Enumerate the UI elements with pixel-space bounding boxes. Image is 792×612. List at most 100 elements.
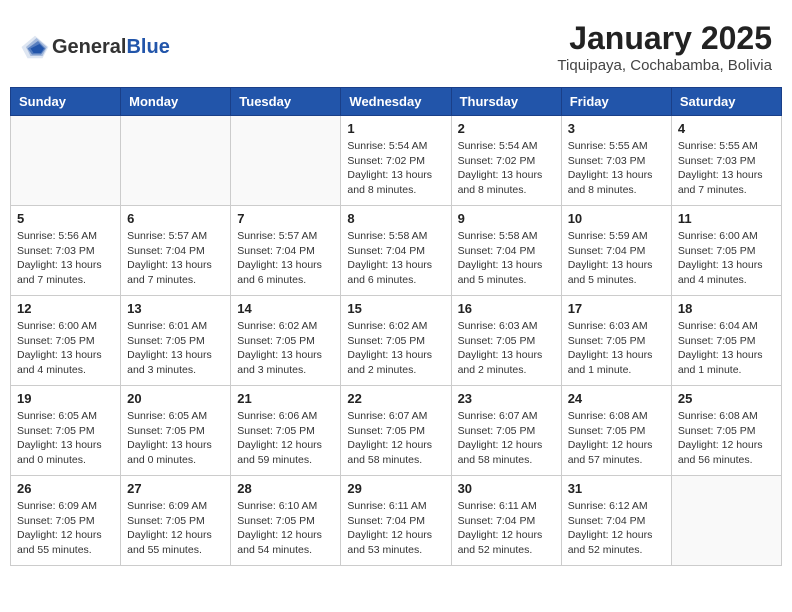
day-number: 18: [678, 301, 775, 316]
day-info: Sunrise: 6:02 AM Sunset: 7:05 PM Dayligh…: [237, 319, 334, 378]
calendar-cell: 18 Sunrise: 6:04 AM Sunset: 7:05 PM Dayli…: [671, 296, 781, 386]
title-area: January 2025 Tiquipaya, Cochabamba, Boli…: [557, 20, 772, 74]
day-info: Sunrise: 5:54 AM Sunset: 7:02 PM Dayligh…: [458, 139, 555, 198]
day-number: 1: [347, 121, 444, 136]
day-number: 29: [347, 481, 444, 496]
day-number: 12: [17, 301, 114, 316]
day-number: 11: [678, 211, 775, 226]
day-number: 14: [237, 301, 334, 316]
calendar-cell: 20Sunrise: 6:05 AM Sunset: 7:05 PM Dayli…: [121, 386, 231, 476]
day-info: Sunrise: 6:01 AM Sunset: 7:05 PM Dayligh…: [127, 319, 224, 378]
day-info: Sunrise: 5:55 AM Sunset: 7:03 PM Dayligh…: [568, 139, 665, 198]
calendar-cell: 15 Sunrise: 6:02 AM Sunset: 7:05 PM Dayli…: [341, 296, 451, 386]
day-number: 15: [347, 301, 444, 316]
day-info: Sunrise: 5:56 AM Sunset: 7:03 PM Dayligh…: [17, 229, 114, 288]
calendar-cell: 16Sunrise: 6:03 AM Sunset: 7:05 PM Dayli…: [451, 296, 561, 386]
day-info: Sunrise: 6:06 AM Sunset: 7:05 PM Dayligh…: [237, 409, 334, 468]
day-number: 22: [347, 391, 444, 406]
day-number: 5: [17, 211, 114, 226]
calendar-cell: 17 Sunrise: 6:03 AM Sunset: 7:05 PM Dayli…: [561, 296, 671, 386]
header: General Blue January 2025 Tiquipaya, Coc…: [10, 10, 782, 79]
day-number: 13: [127, 301, 224, 316]
day-number: 17: [568, 301, 665, 316]
calendar-cell: 2Sunrise: 5:54 AM Sunset: 7:02 PM Daylig…: [451, 116, 561, 206]
calendar-cell: 5 Sunrise: 5:56 AM Sunset: 7:03 PM Daylig…: [11, 206, 121, 296]
weekday-header-saturday: Saturday: [671, 88, 781, 116]
weekday-header-sunday: Sunday: [11, 88, 121, 116]
day-info: Sunrise: 5:57 AM Sunset: 7:04 PM Dayligh…: [127, 229, 224, 288]
calendar-cell: [671, 476, 781, 566]
calendar-cell: [11, 116, 121, 206]
day-info: Sunrise: 6:11 AM Sunset: 7:04 PM Dayligh…: [458, 499, 555, 558]
day-number: 7: [237, 211, 334, 226]
day-info: Sunrise: 6:03 AM Sunset: 7:05 PM Dayligh…: [568, 319, 665, 378]
calendar-cell: 25 Sunrise: 6:08 AM Sunset: 7:05 PM Dayli…: [671, 386, 781, 476]
week-row-5: 26Sunrise: 6:09 AM Sunset: 7:05 PM Dayli…: [11, 476, 782, 566]
day-info: Sunrise: 6:12 AM Sunset: 7:04 PM Dayligh…: [568, 499, 665, 558]
logo-general-text: General: [52, 36, 126, 59]
day-info: Sunrise: 6:08 AM Sunset: 7:05 PM Dayligh…: [678, 409, 775, 468]
day-number: 20: [127, 391, 224, 406]
day-info: Sunrise: 5:57 AM Sunset: 7:04 PM Dayligh…: [237, 229, 334, 288]
day-number: 10: [568, 211, 665, 226]
day-info: Sunrise: 6:00 AM Sunset: 7:05 PM Dayligh…: [17, 319, 114, 378]
day-number: 24: [568, 391, 665, 406]
day-info: Sunrise: 6:02 AM Sunset: 7:05 PM Dayligh…: [347, 319, 444, 378]
calendar-cell: 13 Sunrise: 6:01 AM Sunset: 7:05 PM Dayli…: [121, 296, 231, 386]
calendar-cell: 8Sunrise: 5:58 AM Sunset: 7:04 PM Daylig…: [341, 206, 451, 296]
logo: General Blue: [20, 32, 170, 62]
weekday-header-wednesday: Wednesday: [341, 88, 451, 116]
calendar-table: SundayMondayTuesdayWednesdayThursdayFrid…: [10, 87, 782, 566]
calendar-cell: 7 Sunrise: 5:57 AM Sunset: 7:04 PM Daylig…: [231, 206, 341, 296]
day-number: 3: [568, 121, 665, 136]
weekday-header-thursday: Thursday: [451, 88, 561, 116]
day-info: Sunrise: 6:08 AM Sunset: 7:05 PM Dayligh…: [568, 409, 665, 468]
calendar-cell: 9 Sunrise: 5:58 AM Sunset: 7:04 PM Daylig…: [451, 206, 561, 296]
day-info: Sunrise: 6:04 AM Sunset: 7:05 PM Dayligh…: [678, 319, 775, 378]
logo-blue-text: Blue: [126, 36, 169, 59]
day-number: 8: [347, 211, 444, 226]
day-number: 6: [127, 211, 224, 226]
day-info: Sunrise: 6:07 AM Sunset: 7:05 PM Dayligh…: [347, 409, 444, 468]
location-subtitle: Tiquipaya, Cochabamba, Bolivia: [557, 57, 772, 74]
day-number: 25: [678, 391, 775, 406]
calendar-cell: 22 Sunrise: 6:07 AM Sunset: 7:05 PM Dayli…: [341, 386, 451, 476]
day-info: Sunrise: 5:55 AM Sunset: 7:03 PM Dayligh…: [678, 139, 775, 198]
day-info: Sunrise: 6:00 AM Sunset: 7:05 PM Dayligh…: [678, 229, 775, 288]
day-number: 27: [127, 481, 224, 496]
calendar-cell: 23Sunrise: 6:07 AM Sunset: 7:05 PM Dayli…: [451, 386, 561, 476]
day-info: Sunrise: 5:59 AM Sunset: 7:04 PM Dayligh…: [568, 229, 665, 288]
calendar-cell: 26Sunrise: 6:09 AM Sunset: 7:05 PM Dayli…: [11, 476, 121, 566]
calendar-cell: 6 Sunrise: 5:57 AM Sunset: 7:04 PM Daylig…: [121, 206, 231, 296]
day-number: 9: [458, 211, 555, 226]
weekday-header-friday: Friday: [561, 88, 671, 116]
calendar-cell: 21 Sunrise: 6:06 AM Sunset: 7:05 PM Dayli…: [231, 386, 341, 476]
day-info: Sunrise: 5:54 AM Sunset: 7:02 PM Dayligh…: [347, 139, 444, 198]
day-number: 4: [678, 121, 775, 136]
day-info: Sunrise: 6:05 AM Sunset: 7:05 PM Dayligh…: [17, 409, 114, 468]
calendar-cell: 30Sunrise: 6:11 AM Sunset: 7:04 PM Dayli…: [451, 476, 561, 566]
calendar-cell: 14 Sunrise: 6:02 AM Sunset: 7:05 PM Dayli…: [231, 296, 341, 386]
calendar-cell: 11 Sunrise: 6:00 AM Sunset: 7:05 PM Dayli…: [671, 206, 781, 296]
day-info: Sunrise: 6:11 AM Sunset: 7:04 PM Dayligh…: [347, 499, 444, 558]
week-row-3: 12 Sunrise: 6:00 AM Sunset: 7:05 PM Dayli…: [11, 296, 782, 386]
calendar-cell: 1 Sunrise: 5:54 AM Sunset: 7:02 PM Daylig…: [341, 116, 451, 206]
day-info: Sunrise: 6:09 AM Sunset: 7:05 PM Dayligh…: [17, 499, 114, 558]
day-info: Sunrise: 5:58 AM Sunset: 7:04 PM Dayligh…: [458, 229, 555, 288]
calendar-cell: 27 Sunrise: 6:09 AM Sunset: 7:05 PM Dayli…: [121, 476, 231, 566]
calendar-cell: 29 Sunrise: 6:11 AM Sunset: 7:04 PM Dayli…: [341, 476, 451, 566]
day-number: 28: [237, 481, 334, 496]
calendar-cell: 28Sunrise: 6:10 AM Sunset: 7:05 PM Dayli…: [231, 476, 341, 566]
weekday-header-monday: Monday: [121, 88, 231, 116]
month-year-title: January 2025: [557, 20, 772, 57]
calendar-cell: 31Sunrise: 6:12 AM Sunset: 7:04 PM Dayli…: [561, 476, 671, 566]
day-info: Sunrise: 6:03 AM Sunset: 7:05 PM Dayligh…: [458, 319, 555, 378]
day-info: Sunrise: 6:09 AM Sunset: 7:05 PM Dayligh…: [127, 499, 224, 558]
calendar-cell: 3 Sunrise: 5:55 AM Sunset: 7:03 PM Daylig…: [561, 116, 671, 206]
calendar-cell: [121, 116, 231, 206]
day-number: 23: [458, 391, 555, 406]
day-number: 21: [237, 391, 334, 406]
day-number: 19: [17, 391, 114, 406]
calendar-cell: 24 Sunrise: 6:08 AM Sunset: 7:05 PM Dayli…: [561, 386, 671, 476]
calendar-cell: 12 Sunrise: 6:00 AM Sunset: 7:05 PM Dayli…: [11, 296, 121, 386]
